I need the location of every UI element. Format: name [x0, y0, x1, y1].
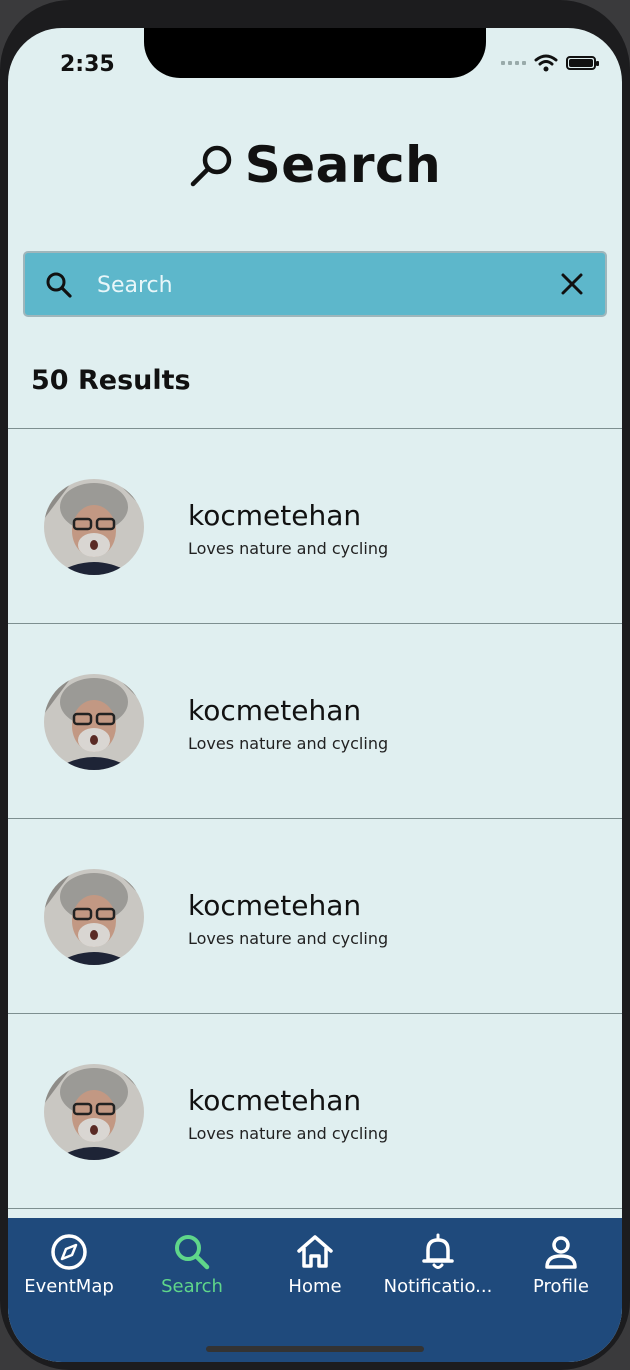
user-result-row[interactable]: kocmetehan Loves nature and cycling — [8, 1013, 622, 1208]
user-result-row[interactable]: kocmetehan Loves nature and cycling — [8, 428, 622, 623]
avatar — [44, 869, 144, 965]
tab-eventmap[interactable]: EventMap — [14, 1232, 124, 1297]
avatar — [44, 1064, 144, 1160]
username: kocmetehan — [188, 694, 362, 727]
search-icon — [175, 1235, 210, 1270]
home-indicator[interactable] — [206, 1346, 424, 1352]
page-title-text: Search — [244, 136, 442, 194]
user-bio: Loves nature and cycling — [188, 539, 389, 558]
compass-icon — [51, 1234, 87, 1270]
home-icon — [297, 1235, 333, 1268]
results-count: 50 Results — [31, 365, 191, 396]
user-result-row[interactable]: kocmetehan Loves nature and cycling — [8, 623, 622, 818]
person-icon — [545, 1236, 577, 1269]
user-result-row[interactable]: kocmetehan Loves nature and cycling — [8, 818, 622, 1013]
battery-icon — [566, 56, 599, 70]
user-bio: Loves nature and cycling — [188, 734, 389, 753]
wifi-icon — [534, 54, 558, 72]
user-bio: Loves nature and cycling — [188, 929, 389, 948]
magnifier-title-icon — [190, 145, 231, 187]
bottom-tab-bar: EventMap Search Home Notificatio... Prof… — [8, 1218, 622, 1362]
device-notch — [144, 28, 486, 78]
avatar — [44, 479, 144, 575]
tab-label: Home — [288, 1276, 342, 1297]
search-icon — [46, 272, 72, 298]
tab-home[interactable]: Home — [260, 1232, 370, 1297]
status-time: 2:35 — [60, 52, 115, 77]
tab-label: Notificatio... — [383, 1276, 493, 1297]
list-divider — [8, 1208, 622, 1216]
tab-notifications[interactable]: Notificatio... — [383, 1232, 493, 1297]
tab-label: Search — [161, 1276, 223, 1297]
user-bio: Loves nature and cycling — [188, 1124, 389, 1143]
avatar — [44, 674, 144, 770]
search-input[interactable] — [95, 263, 539, 307]
tab-label: EventMap — [24, 1276, 114, 1297]
tab-search[interactable]: Search — [137, 1232, 247, 1297]
search-bar — [23, 251, 607, 317]
username: kocmetehan — [188, 499, 362, 532]
results-list: kocmetehan Loves nature and cycling kocm… — [8, 428, 622, 1216]
username: kocmetehan — [188, 1084, 362, 1117]
tab-label: Profile — [533, 1276, 589, 1297]
tab-profile[interactable]: Profile — [506, 1232, 616, 1297]
cellular-signal-icon — [501, 61, 526, 65]
bell-icon — [422, 1233, 454, 1269]
app-screen: 2:35 Search Search 50 Results kocmetehan… — [8, 28, 622, 1362]
username: kocmetehan — [188, 889, 362, 922]
device-frame: 2:35 Search Search 50 Results kocmetehan… — [0, 0, 630, 1370]
clear-search-button[interactable] — [559, 271, 585, 297]
page-title: Search — [8, 136, 622, 194]
status-icons — [501, 52, 599, 74]
